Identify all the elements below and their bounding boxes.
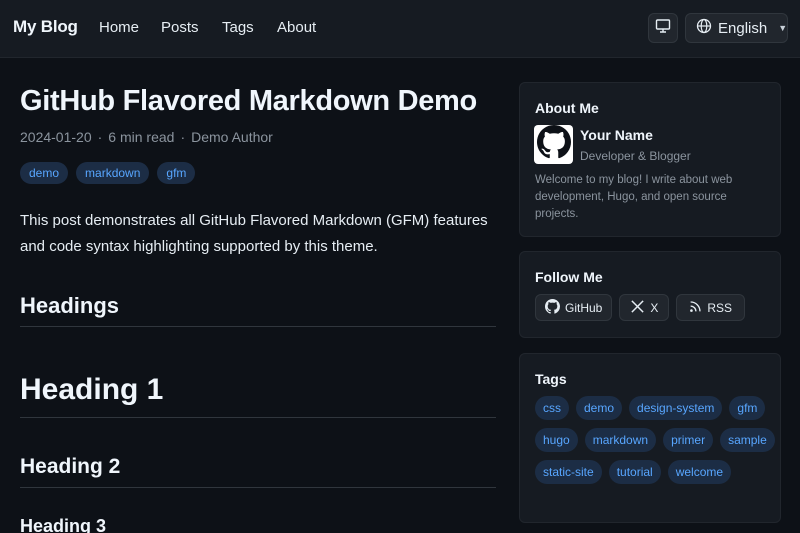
- nav-about[interactable]: About: [277, 19, 316, 36]
- tag-welcome[interactable]: welcome: [667, 460, 732, 484]
- post-author: Demo Author: [191, 129, 273, 145]
- post-tag[interactable]: gfm: [157, 162, 196, 184]
- github-icon: [545, 298, 560, 317]
- post-title: GitHub Flavored Markdown Demo: [20, 85, 477, 117]
- tags-card: Tags css demo design-system gfm hugo mar…: [519, 353, 781, 523]
- post-tag[interactable]: demo: [20, 162, 69, 184]
- rss-link-button[interactable]: RSS: [676, 294, 746, 321]
- post-meta: 2024-01-20 · 6 min read · Demo Author: [20, 129, 273, 145]
- github-link-button[interactable]: GitHub: [535, 294, 613, 321]
- globe-icon: [696, 18, 712, 38]
- post-tag[interactable]: markdown: [76, 162, 150, 184]
- author-bio: Welcome to my blog! I write about web de…: [535, 174, 733, 220]
- nav-posts[interactable]: Posts: [161, 19, 199, 36]
- post-read-time: 6 min read: [108, 129, 175, 145]
- language-select[interactable]: English ▼: [685, 13, 788, 43]
- avatar: [534, 125, 573, 164]
- tag-hugo[interactable]: hugo: [535, 428, 578, 452]
- heading-1-example: Heading 1: [20, 373, 496, 418]
- tag-static-site[interactable]: static-site: [535, 460, 602, 484]
- rss-icon: [689, 300, 702, 316]
- x-link-label: X: [650, 300, 659, 315]
- site-header: My Blog Home Posts Tags About English ▼: [0, 0, 800, 58]
- tag-demo[interactable]: demo: [576, 396, 623, 420]
- heading-3-example: Heading 3: [20, 516, 107, 533]
- theme-toggle-button[interactable]: [648, 13, 678, 43]
- post-date: 2024-01-20: [20, 129, 92, 145]
- nav-tags[interactable]: Tags: [222, 19, 254, 36]
- post-tag-list: demo markdown gfm: [20, 162, 196, 184]
- tag-primer[interactable]: primer: [663, 428, 714, 452]
- nav-home[interactable]: Home: [99, 19, 139, 36]
- tag-markdown[interactable]: markdown: [584, 428, 657, 452]
- x-link-button[interactable]: X: [619, 294, 670, 321]
- follow-card: Follow Me GitHub X RSS: [519, 251, 781, 338]
- about-card: About Me Your Name Developer & Blogger W…: [519, 82, 781, 237]
- post-intro: This post demonstrates all GitHub Flavor…: [20, 212, 488, 255]
- tag-gfm[interactable]: gfm: [729, 396, 766, 420]
- tag-cloud: css demo design-system gfm hugo markdown…: [535, 396, 775, 484]
- section-heading-headings: Headings: [20, 293, 496, 327]
- tag-css[interactable]: css: [535, 396, 569, 420]
- meta-separator: ·: [180, 129, 186, 145]
- social-links: GitHub X RSS: [535, 294, 746, 321]
- github-octocat-icon: [536, 125, 571, 164]
- heading-2-example: Heading 2: [20, 455, 496, 488]
- tag-tutorial[interactable]: tutorial: [608, 460, 661, 484]
- follow-title: Follow Me: [535, 269, 603, 285]
- meta-separator: ·: [97, 129, 103, 145]
- caret-down-icon: ▼: [778, 23, 788, 33]
- x-icon: [630, 299, 645, 317]
- site-brand[interactable]: My Blog: [13, 17, 78, 37]
- tag-design-system[interactable]: design-system: [629, 396, 723, 420]
- about-title: About Me: [535, 100, 599, 116]
- tag-sample[interactable]: sample: [720, 428, 775, 452]
- author-role: Developer & Blogger: [580, 149, 691, 163]
- tags-title: Tags: [535, 371, 567, 387]
- monitor-icon: [655, 18, 671, 39]
- author-name: Your Name: [580, 127, 653, 143]
- language-label: English: [718, 19, 768, 37]
- rss-link-label: RSS: [707, 300, 733, 315]
- github-link-label: GitHub: [565, 300, 603, 315]
